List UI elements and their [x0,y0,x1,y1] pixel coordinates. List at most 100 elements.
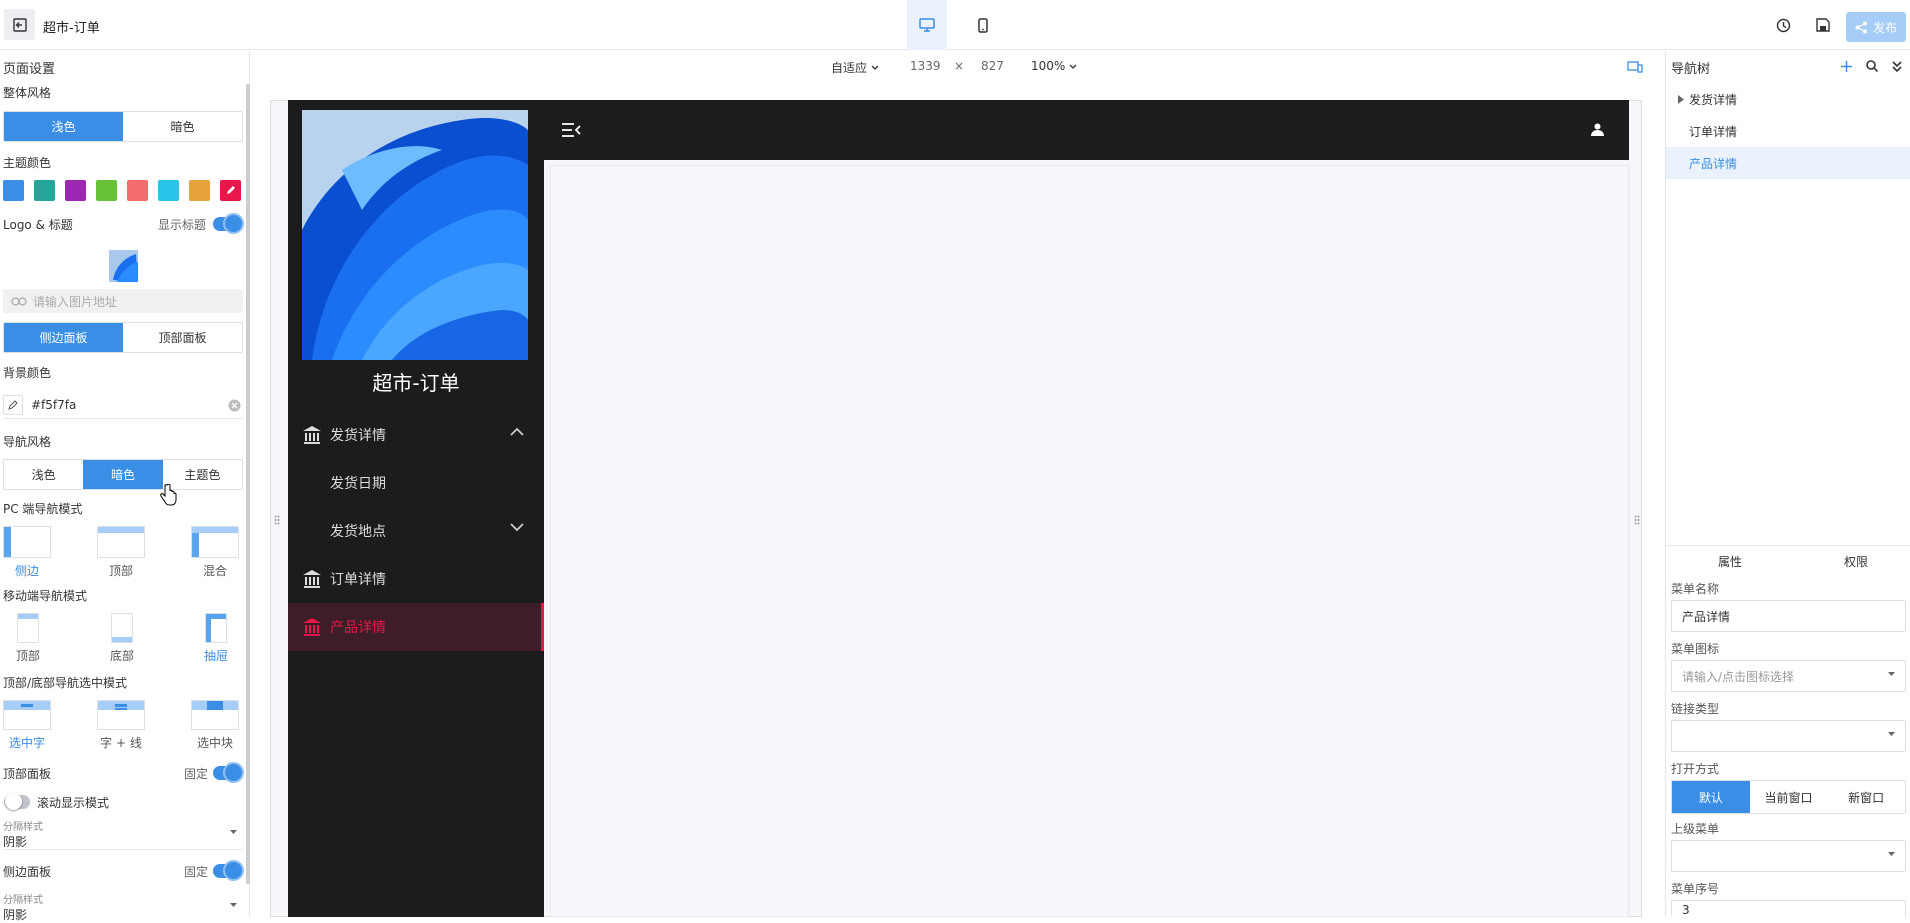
top-panel-option[interactable]: 顶部面板 [123,323,242,352]
mobile-nav-top-option[interactable]: 顶部 [14,613,42,664]
top-panel-fixed-toggle[interactable] [213,764,243,781]
pc-nav-side-option[interactable]: 侧边 [3,526,51,579]
style-dark-option[interactable]: 暗色 [123,112,242,141]
panel-segment: 侧边面板 顶部面板 [3,322,243,353]
theme-swatch-cyan[interactable] [158,180,179,201]
save-button[interactable] [1809,11,1837,39]
select-line-label: 字 + 线 [100,736,142,750]
select-mode-label: 顶部/底部导航选中模式 [3,676,128,690]
menu-icon-label: 菜单图标 [1671,642,1720,656]
select-text-option[interactable]: 选中字 [3,700,51,751]
canvas-height[interactable]: 827 [981,59,1004,73]
preview-nav-product-details[interactable]: 产品详情 [288,603,544,651]
mixed-layout-thumb [191,526,239,558]
side-fixed-label: 固定 [184,865,209,879]
theme-swatch-purple[interactable] [65,180,86,201]
mobile-view-button[interactable] [963,0,1003,50]
tree-item-shipping-details[interactable]: 发货详情 [1666,83,1910,115]
back-button[interactable] [4,9,35,40]
side-panel-option[interactable]: 侧边面板 [4,323,123,352]
canvas-width[interactable]: 1339 [910,59,941,73]
responsive-view-icon[interactable] [1627,61,1643,73]
mobile-nav-bottom-option[interactable]: 底部 [108,613,136,664]
select-block-option[interactable]: 选中块 [191,700,239,751]
zoom-dropdown[interactable]: 100% [1031,59,1077,73]
nav-style-dark-option[interactable]: 暗色 [83,460,163,489]
menu-fold-icon[interactable] [561,123,581,137]
select-line-thumb [97,700,145,730]
search-icon[interactable] [1866,60,1878,72]
style-segment: 浅色 暗色 [3,111,243,142]
nav-style-light-option[interactable]: 浅色 [4,460,83,489]
mobile-nav-drawer-option[interactable]: 抽屉 [202,613,230,664]
theme-swatch-blue[interactable] [3,180,24,201]
pc-nav-top-label: 顶部 [108,564,133,578]
pc-nav-mixed-option[interactable]: 混合 [191,526,239,579]
pc-nav-top-option[interactable]: 顶部 [97,526,145,579]
preview-nav-order-details[interactable]: 订单详情 [288,555,544,603]
show-title-toggle[interactable] [213,215,243,232]
drag-dots-icon [1634,515,1640,525]
right-resize-handle[interactable] [1634,514,1640,528]
bank-icon [303,618,321,636]
image-url-input[interactable]: 请输入图片地址 [3,289,243,313]
bg-color-input[interactable]: #f5f7fa [3,391,243,419]
panel-splitter[interactable] [1666,545,1910,546]
collapse-all-icon[interactable] [1892,61,1902,72]
style-label: 整体风格 [3,86,52,100]
logo-thumbnail[interactable] [109,250,138,282]
menu-order-label: 菜单序号 [1671,882,1720,896]
open-mode-default[interactable]: 默认 [1672,781,1750,813]
chevron-down-icon [871,65,879,70]
select-block-label: 选中块 [196,736,233,750]
theme-swatch-orange[interactable] [189,180,210,201]
theme-color-label: 主题颜色 [3,156,52,170]
desktop-view-button[interactable] [907,0,947,50]
menu-order-input[interactable]: 3 [1671,900,1906,917]
caret-down-icon [230,903,237,907]
logo-title-label: Logo & 标题 [3,218,73,232]
theme-swatch-green[interactable] [96,180,117,201]
tree-item-product-details[interactable]: 产品详情 [1666,147,1910,179]
top-divider-select[interactable]: 分隔样式 阴影 [3,818,243,850]
tree-item-order-details[interactable]: 订单详情 [1666,115,1910,147]
style-light-option[interactable]: 浅色 [4,112,123,141]
theme-swatch-teal[interactable] [34,180,55,201]
phone-icon [978,17,988,33]
left-resize-handle[interactable] [274,514,280,528]
plus-icon[interactable] [1841,61,1852,72]
preview-nav-label: 发货详情 [330,428,386,444]
open-mode-new-window[interactable]: 新窗口 [1827,781,1905,813]
preview-nav-shipping-details[interactable]: 发货详情 [288,411,544,459]
custom-color-button[interactable] [220,180,241,201]
tab-properties[interactable]: 属性 [1718,553,1742,570]
user-icon[interactable] [1591,123,1604,136]
tree-item-label: 发货详情 [1689,92,1738,107]
color-picker-button[interactable] [3,394,23,415]
mobile-nav-top-label: 顶部 [15,649,40,663]
nav-style-label: 导航风格 [3,435,52,449]
clear-icon[interactable] [228,399,241,412]
fit-dropdown[interactable]: 自适应 [831,59,879,76]
side-panel-fixed-toggle[interactable] [213,862,243,879]
menu-icon-select[interactable]: 请输入/点击图标选择 [1671,660,1906,692]
side-divider-label: 分隔样式 [3,895,43,906]
scroll-mode-toggle[interactable] [4,793,30,810]
open-mode-label: 打开方式 [1671,762,1720,776]
open-mode-current-window[interactable]: 当前窗口 [1750,781,1828,813]
publish-label: 发布 [1872,20,1897,35]
tab-permissions[interactable]: 权限 [1844,553,1868,570]
select-line-option[interactable]: 字 + 线 [97,700,145,751]
preview-nav-shipping-date[interactable]: 发货日期 [288,459,544,507]
left-panel-scrollbar[interactable] [246,84,250,884]
side-divider-select[interactable]: 分隔样式 阴影 [3,891,243,922]
mobile-top-thumb [17,613,39,643]
history-button[interactable] [1769,11,1797,39]
select-text-thumb [3,700,51,730]
theme-swatch-red[interactable] [127,180,148,201]
parent-menu-select[interactable] [1671,840,1906,872]
publish-button[interactable]: 发布 [1846,12,1906,42]
menu-name-input[interactable]: 产品详情 [1671,600,1906,632]
link-type-select[interactable] [1671,720,1906,752]
preview-nav-shipping-location[interactable]: 发货地点 [288,507,544,555]
